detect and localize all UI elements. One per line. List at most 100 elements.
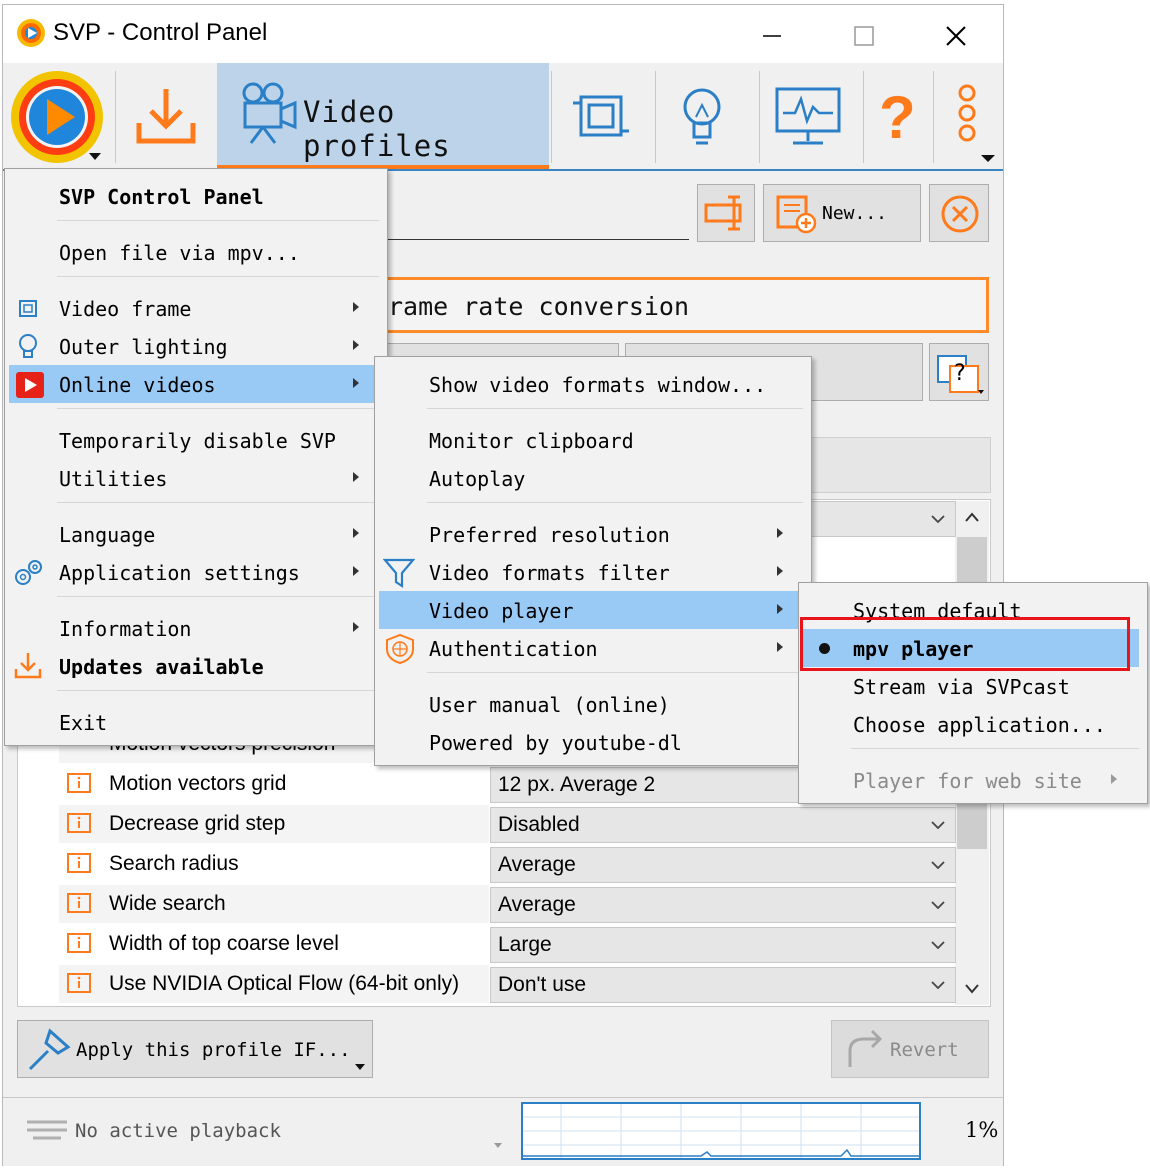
param-row[interactable]: Wide search — [59, 885, 489, 923]
menu-item-header[interactable]: SVP Control Panel — [5, 177, 387, 215]
menu-item-outer-lighting[interactable]: Outer lighting — [5, 327, 387, 365]
help-windows-button[interactable]: ? — [929, 343, 989, 401]
monitor-graph-icon[interactable] — [773, 85, 843, 149]
menu-item-updates[interactable]: Updates available — [5, 647, 387, 685]
menu-item-choose-application[interactable]: Choose application... — [799, 705, 1147, 743]
menu-item-information[interactable]: Information — [5, 609, 387, 647]
rename-profile-button[interactable] — [697, 184, 755, 242]
rename-icon — [704, 195, 742, 231]
info-icon[interactable] — [67, 973, 91, 997]
chevron-down-icon — [931, 861, 945, 870]
svp-menu-button[interactable] — [3, 63, 113, 169]
param-value-text: Large — [498, 933, 552, 956]
svp-main-menu: SVP Control Panel Open file via mpv... V… — [4, 168, 388, 746]
menu-item-open-file[interactable]: Open file via mpv... — [5, 233, 387, 271]
crop-frame-icon[interactable] — [569, 87, 633, 147]
video-camera-icon — [242, 82, 297, 144]
window-title: SVP - Control Panel — [53, 19, 268, 46]
revert-label: Revert — [890, 1039, 959, 1061]
param-label: Wide search — [109, 892, 226, 915]
playback-list-icon — [27, 1120, 67, 1140]
crop-frame-icon — [19, 300, 37, 317]
menu-item-powered-by[interactable]: Powered by youtube-dl — [375, 723, 811, 761]
delete-icon — [941, 195, 979, 233]
chevron-down-icon — [931, 821, 945, 830]
lightbulb-icon — [19, 334, 37, 358]
menu-item-video-player[interactable]: Video player — [379, 591, 807, 629]
param-row[interactable]: Decrease grid step — [59, 805, 489, 843]
menu-item-language[interactable]: Language — [5, 515, 387, 553]
tab-video-profiles[interactable]: Video profiles — [217, 63, 549, 169]
help-icon[interactable]: ? — [879, 83, 916, 152]
info-icon[interactable] — [67, 933, 91, 957]
help-windows-icon: ? — [937, 355, 984, 394]
param-label: Use NVIDIA Optical Flow (64-bit only) — [109, 972, 460, 995]
param-value-text: 12 px. Average 2 — [498, 773, 656, 796]
param-value[interactable]: Large — [490, 927, 956, 963]
menu-item-show-formats[interactable]: Show video formats window... — [375, 365, 811, 403]
video-player-submenu: System default mpv player Stream via SVP… — [798, 582, 1148, 804]
menu-item-formats-filter[interactable]: Video formats filter — [375, 553, 811, 591]
info-icon[interactable] — [67, 813, 91, 837]
menu-item-stream-svpcast[interactable]: Stream via SVPcast — [799, 667, 1147, 705]
scroll-up-icon[interactable] — [963, 509, 981, 525]
menu-item-monitor-clipboard[interactable]: Monitor clipboard — [375, 421, 811, 459]
menu-item-online-videos[interactable]: Online videos — [9, 365, 383, 403]
selection-highlight-box — [800, 617, 1130, 671]
menu-item-utilities[interactable]: Utilities — [5, 459, 387, 497]
more-options-icon[interactable] — [949, 83, 1003, 165]
chevron-down-icon — [931, 515, 945, 524]
new-profile-button[interactable]: New... — [763, 184, 921, 242]
chevron-down-icon — [931, 981, 945, 990]
playback-status: No active playback — [75, 1120, 281, 1142]
apply-profile-if-button[interactable]: Apply this profile IF... — [17, 1020, 373, 1078]
menu-item-user-manual[interactable]: User manual (online) — [375, 685, 811, 723]
delete-profile-button[interactable] — [929, 184, 989, 242]
menu-item-video-frame[interactable]: Video frame — [5, 289, 387, 327]
param-value[interactable]: Disabled — [490, 807, 956, 843]
lightbulb-icon[interactable] — [677, 83, 727, 151]
param-value-text: Don't use — [498, 973, 587, 996]
menu-item-player-for-web-site[interactable]: Player for web site — [799, 761, 1147, 799]
menu-item-authentication[interactable]: Authentication — [375, 629, 811, 667]
param-row[interactable]: Use NVIDIA Optical Flow (64-bit only) — [59, 965, 489, 1003]
shield-globe-icon — [386, 633, 414, 665]
chevron-down-icon — [931, 901, 945, 910]
main-toolbar: Video profiles ? — [3, 63, 1003, 171]
svg-text:?: ? — [954, 361, 966, 386]
revert-icon — [848, 1029, 883, 1067]
param-value-text: Disabled — [498, 813, 580, 836]
minimize-icon[interactable] — [749, 13, 795, 59]
chevron-down-icon — [931, 941, 945, 950]
svp-logo-icon — [11, 71, 103, 163]
info-icon[interactable] — [67, 853, 91, 877]
param-row[interactable]: Width of top coarse level — [59, 925, 489, 963]
param-label: Width of top coarse level — [109, 932, 339, 955]
cpu-load-graph — [521, 1102, 921, 1160]
download-icon[interactable] — [131, 85, 201, 149]
menu-item-app-settings[interactable]: Application settings — [5, 553, 387, 591]
revert-button[interactable]: Revert — [831, 1020, 989, 1078]
param-value[interactable]: Average — [490, 887, 956, 923]
param-value[interactable]: Don't use — [490, 967, 956, 1003]
param-row[interactable]: Search radius — [59, 845, 489, 883]
param-label: Decrease grid step — [109, 812, 286, 835]
status-bar: No active playback 1% — [3, 1097, 1003, 1166]
profile-heading-box: rame rate conversion — [373, 277, 989, 333]
info-icon[interactable] — [67, 773, 91, 797]
maximize-icon[interactable] — [841, 13, 887, 59]
filter-funnel-icon — [383, 558, 415, 589]
menu-item-autoplay[interactable]: Autoplay — [375, 459, 811, 497]
menu-item-preferred-resolution[interactable]: Preferred resolution — [375, 515, 811, 553]
apply-profile-label: Apply this profile IF... — [76, 1039, 351, 1061]
menu-item-disable-svp[interactable]: Temporarily disable SVP — [5, 421, 387, 459]
info-icon[interactable] — [67, 893, 91, 917]
param-value[interactable]: Average — [490, 847, 956, 883]
close-icon[interactable] — [933, 13, 979, 59]
scroll-down-icon[interactable] — [963, 981, 981, 997]
dropdown-arrow-icon[interactable] — [493, 1142, 503, 1150]
profile-name-underline — [387, 239, 689, 240]
online-videos-submenu: Show video formats window... Monitor cli… — [374, 356, 812, 766]
menu-item-exit[interactable]: Exit — [5, 703, 387, 741]
param-row[interactable]: Motion vectors grid — [59, 765, 489, 803]
